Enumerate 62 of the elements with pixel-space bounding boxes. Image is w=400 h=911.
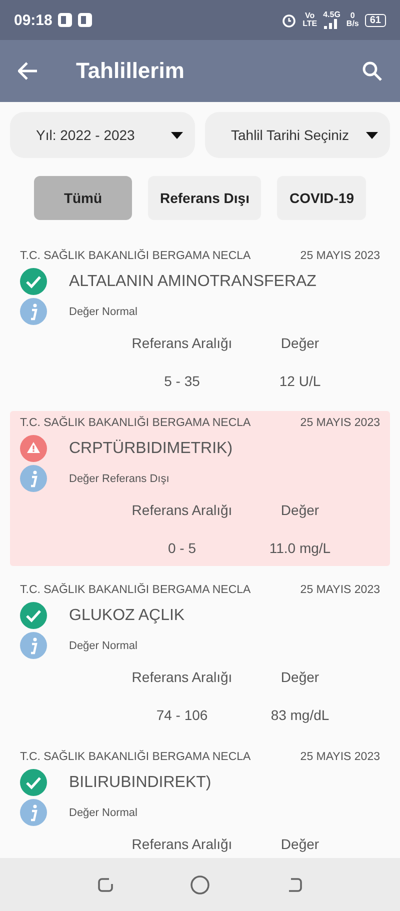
range-label: Referans Aralığı (132, 502, 232, 518)
result-date: 25 MAYIS 2023 (300, 751, 380, 763)
result-value: 83 mg/dL (270, 707, 330, 723)
value-label: Değer (280, 502, 320, 518)
info-icon (20, 799, 47, 826)
test-name: BILIRUBINDIREKT) (69, 774, 212, 792)
search-icon[interactable] (362, 61, 382, 81)
result-value: 11.0 mg/L (269, 540, 331, 556)
filter-chip[interactable]: COVID-19 (277, 176, 366, 220)
check-icon (20, 602, 47, 629)
range-value: 0 - 5 (168, 540, 196, 556)
info-icon (20, 632, 47, 659)
battery-level: 61 (364, 14, 386, 26)
filter-dropdown[interactable]: Tahlil Tarihi Seçiniz (205, 112, 390, 158)
speed-unit: B/s (346, 20, 359, 28)
check-icon (20, 769, 47, 796)
result-date: 25 MAYIS 2023 (300, 250, 380, 262)
volte-label: LTE (302, 20, 318, 28)
institution-name: T.C. SAĞLIK BAKANLIĞI BERGAMA NECLA (20, 417, 251, 429)
institution-name: T.C. SAĞLIK BAKANLIĞI BERGAMA NECLA (20, 250, 251, 262)
value-label: Değer (280, 335, 320, 351)
info-icon (20, 298, 47, 325)
notification-icon (78, 13, 92, 27)
info-icon (20, 465, 47, 492)
warning-icon (20, 435, 47, 462)
filter-dropdown[interactable]: Yıl: 2022 - 2023 (10, 112, 195, 158)
value-label: Değer (280, 836, 320, 852)
institution-name: T.C. SAĞLIK BAKANLIĞI BERGAMA NECLA (20, 584, 251, 596)
caret-icon (366, 132, 378, 138)
range-value: 5 - 35 (164, 373, 200, 389)
status-note: Değer Normal (69, 640, 138, 652)
recents-icon[interactable] (97, 876, 116, 894)
alarm-icon (280, 12, 297, 28)
institution-name: T.C. SAĞLIK BAKANLIĞI BERGAMA NECLA (20, 751, 251, 763)
notification-icon (58, 13, 72, 27)
status-time: 09:18 (14, 12, 52, 28)
result-date: 25 MAYIS 2023 (300, 584, 380, 596)
status-note: Değer Referans Dışı (69, 472, 170, 484)
back-arrow-icon[interactable] (18, 62, 38, 80)
result-card[interactable]: T.C. SAĞLIK BAKANLIĞI BERGAMA NECLA 25 MAYIS 2023 CRPTÜRBIDIMETRIK) Değer Referans Dışı Referans Aralığı Değer 0 - 5 11.0 mg/L (10, 411, 390, 566)
filter-chip[interactable]: Tümü (34, 176, 132, 220)
result-value: 12 U/L (279, 373, 321, 389)
page-title: Tahlillerim (76, 58, 186, 84)
range-label: Referans Aralığı (132, 669, 232, 685)
home-icon[interactable] (190, 874, 210, 894)
network-label: 4.5G (323, 11, 340, 19)
result-date: 25 MAYIS 2023 (300, 417, 380, 429)
test-name: ALTALANIN AMINOTRANSFERAZ (69, 272, 316, 290)
signal-icon (324, 19, 340, 29)
check-icon (20, 268, 47, 295)
test-name: CRPTÜRBIDIMETRIK) (69, 440, 233, 458)
range-label: Referans Aralığı (132, 836, 232, 852)
volte-label: Vo (305, 12, 315, 20)
filter-chip[interactable]: Referans Dışı (148, 176, 262, 220)
range-label: Referans Aralığı (132, 335, 232, 351)
test-name: GLUKOZ AÇLIK (69, 606, 185, 624)
status-note: Değer Normal (69, 306, 138, 318)
caret-icon (171, 132, 183, 138)
value-label: Değer (280, 669, 320, 685)
speed-value: 0 (350, 12, 355, 20)
range-value: 74 - 106 (156, 707, 208, 723)
status-note: Değer Normal (69, 806, 138, 818)
